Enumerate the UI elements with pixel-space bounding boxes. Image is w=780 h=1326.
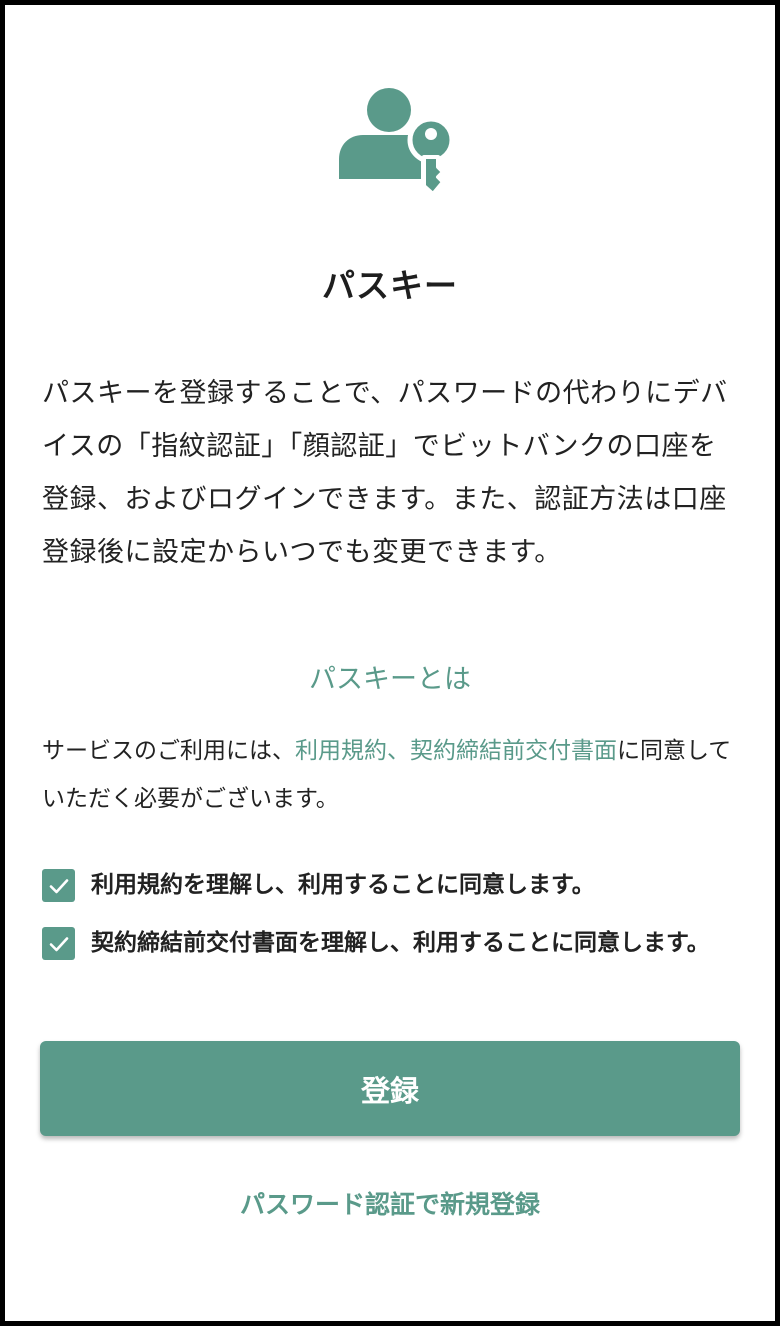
consent-notice: サービスのご利用には、利用規約、契約締結前交付書面に同意していただく必要がござい…	[42, 727, 742, 823]
user-key-icon	[335, 83, 455, 199]
pre-contract-agreement-checkbox[interactable]	[42, 927, 75, 960]
pre-contract-document-link[interactable]: 契約締結前交付書面	[410, 738, 617, 764]
terms-agreement-checkbox[interactable]	[42, 869, 75, 902]
terms-agreement-label: 利用規約を理解し、利用することに同意します。	[91, 872, 595, 898]
pre-contract-agreement-label: 契約締結前交付書面を理解し、利用することに同意します。	[91, 930, 710, 956]
pre-contract-agreement-row[interactable]: 契約締結前交付書面を理解し、利用することに同意します。	[42, 921, 742, 966]
checkmark-icon	[49, 878, 68, 893]
page-title: パスキー	[322, 266, 458, 305]
terms-link[interactable]: 利用規約、	[295, 738, 410, 764]
consent-prefix: サービスのご利用には、	[42, 738, 295, 764]
password-register-link[interactable]: パスワード認証で新規登録	[5, 1185, 775, 1221]
terms-agreement-row[interactable]: 利用規約を理解し、利用することに同意します。	[42, 863, 742, 908]
register-button[interactable]: 登録	[40, 1041, 740, 1136]
about-passkey-link[interactable]: パスキーとは	[5, 657, 775, 696]
checkmark-icon	[49, 936, 68, 951]
passkey-description: パスキーを登録することで、パスワードの代わりにデバイスの「指紋認証」「顔認証」で…	[42, 378, 728, 568]
passkey-registration-screen: パスキー パスキーを登録することで、パスワードの代わりにデバイスの「指紋認証」「…	[0, 0, 780, 1326]
